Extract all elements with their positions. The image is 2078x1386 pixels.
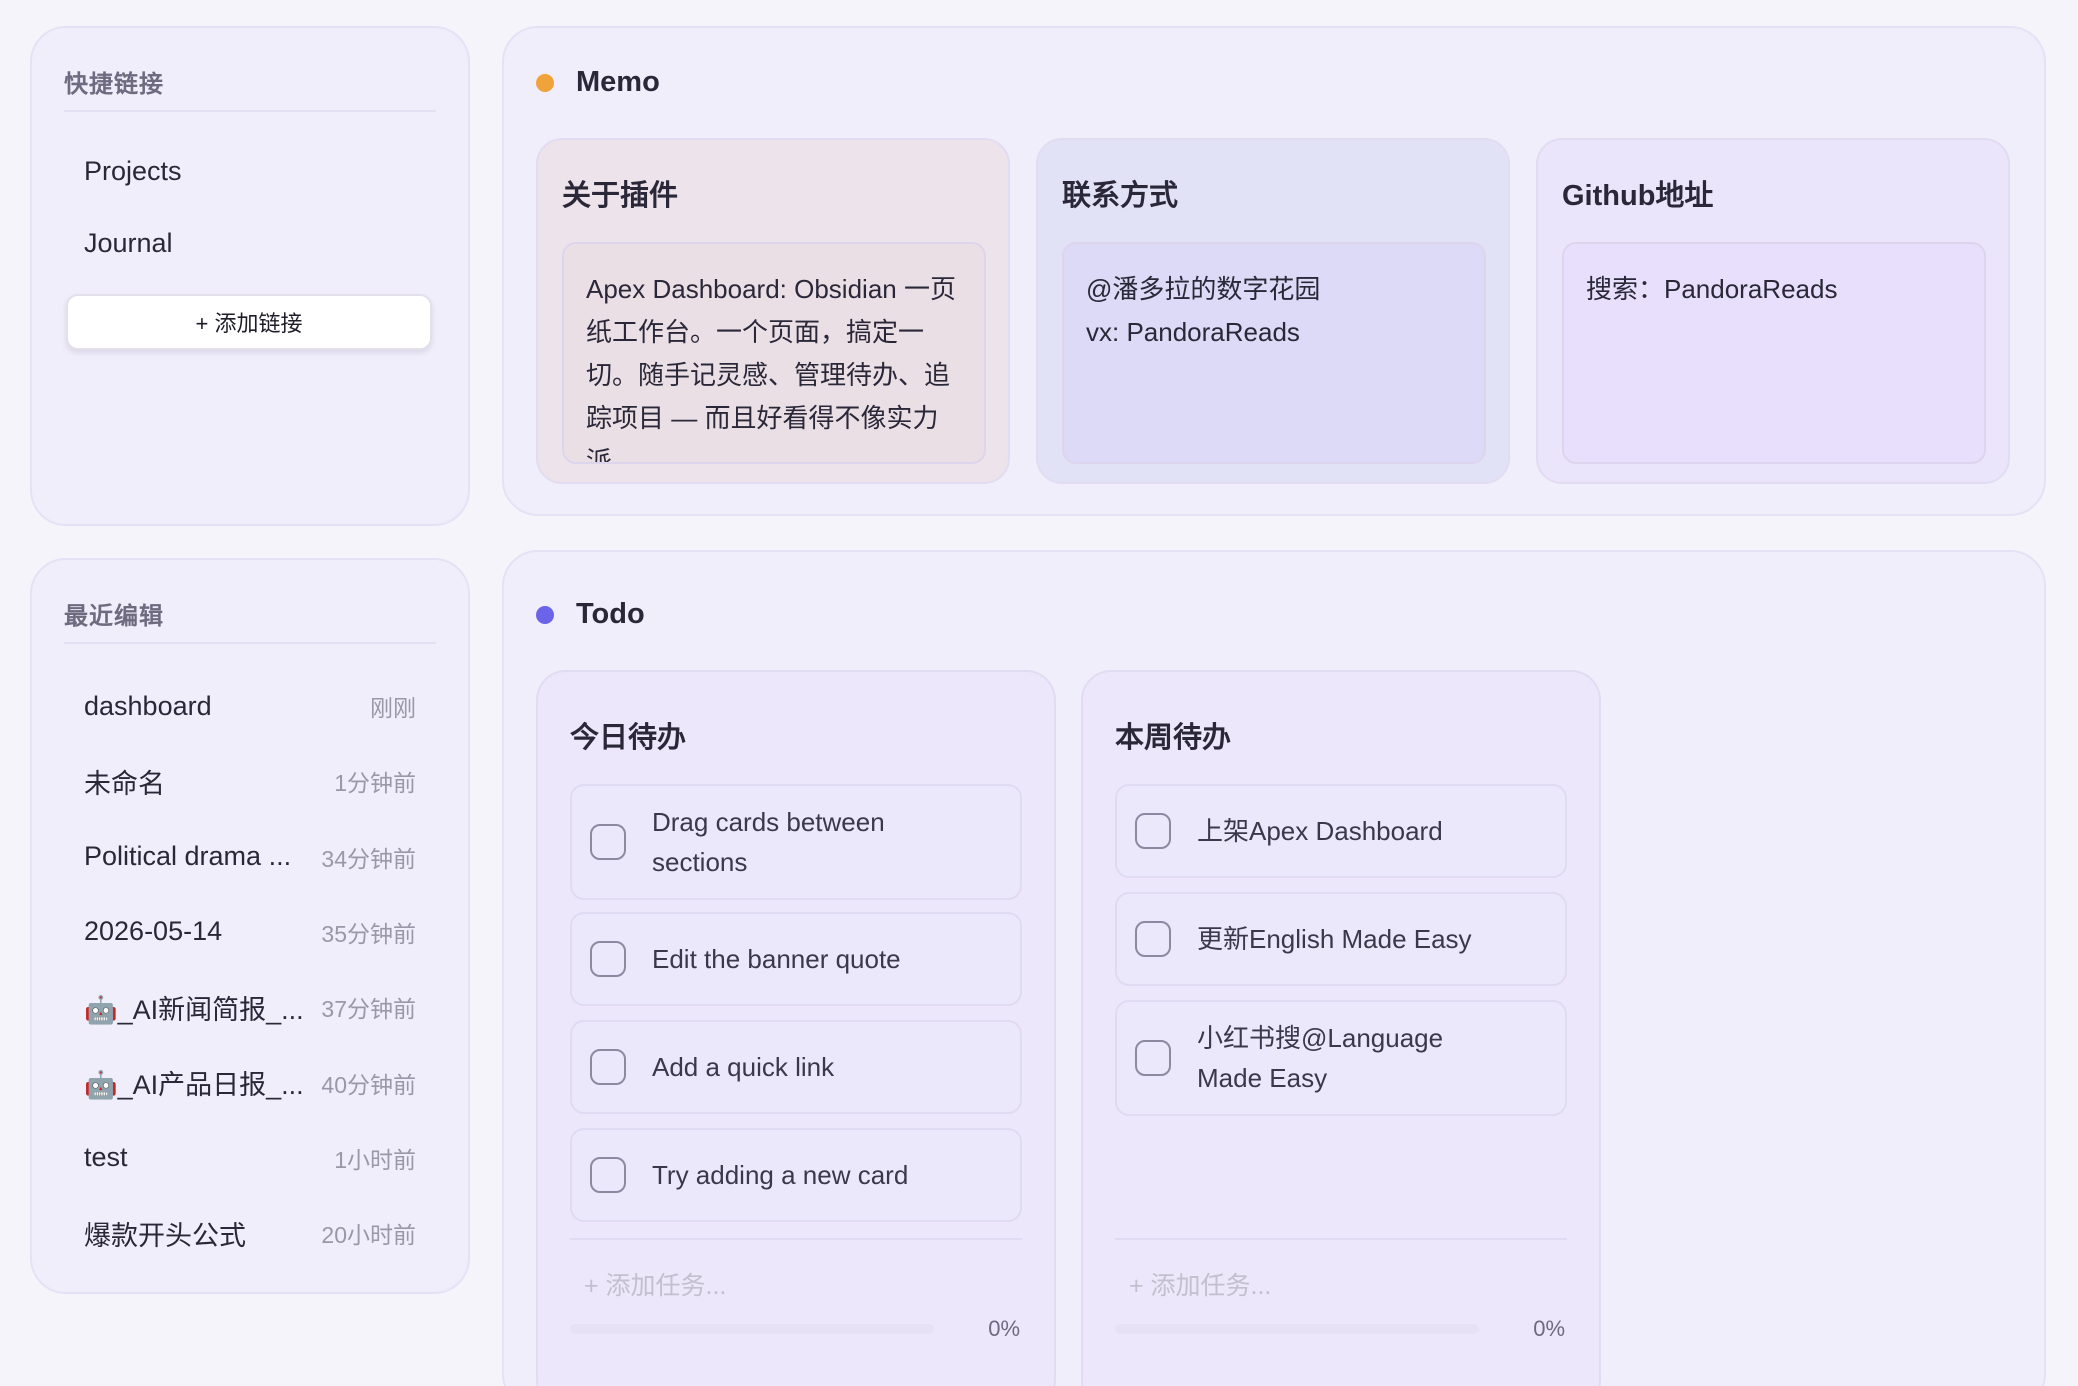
todo-checkbox[interactable] xyxy=(590,941,626,977)
recent-item[interactable]: 未命名 1分钟前 xyxy=(84,761,416,801)
recent-item[interactable]: 爆款开头公式 20小时前 xyxy=(84,1213,416,1253)
recent-item-time: 34分钟前 xyxy=(321,845,416,872)
recent-item-name: 🤖_AI产品日报_... xyxy=(84,1070,304,1100)
recent-item-name: 🤖_AI新闻简报_... xyxy=(84,994,304,1025)
recent-item-time: 1分钟前 xyxy=(334,770,416,797)
recent-item-time: 1小时前 xyxy=(334,1146,416,1173)
memo-card-contact[interactable]: 联系方式 @潘多拉的数字花园 vx: PandoraReads xyxy=(1036,138,1510,484)
todo-dot-icon xyxy=(536,605,554,624)
recent-item-time: 35分钟前 xyxy=(321,920,416,947)
memo-dot-icon xyxy=(536,73,554,92)
memo-title: Memo xyxy=(576,66,660,98)
recent-item-name: test xyxy=(84,1142,128,1173)
recent-item-name: dashboard xyxy=(84,690,212,721)
quick-links-panel: 快捷链接 Projects Journal + 添加链接 xyxy=(30,26,470,526)
recent-item-time: 37分钟前 xyxy=(321,996,416,1023)
recent-item-name: 未命名 xyxy=(84,768,165,799)
todo-item[interactable]: Try adding a new card xyxy=(570,1128,1022,1222)
todo-header: Todo xyxy=(536,598,645,631)
todo-checkbox[interactable] xyxy=(590,824,626,860)
recent-item-name: Political drama ... xyxy=(84,841,292,872)
recent-item-name: 爆款开头公式 xyxy=(84,1220,246,1251)
memo-card-title: 联系方式 xyxy=(1062,180,1179,212)
todo-checkbox[interactable] xyxy=(1135,1040,1171,1076)
todo-item[interactable]: 小红书搜@Language Made Easy xyxy=(1115,1000,1567,1116)
todo-list-week: 本周待办上架Apex Dashboard 更新English Made Easy 小… xyxy=(1081,670,1601,1386)
progress-label: 0% xyxy=(988,1316,1020,1341)
memo-card-body[interactable]: Apex Dashboard: Obsidian 一页纸工作台。一个页面，搞定一… xyxy=(562,242,986,464)
progress-bar xyxy=(1115,1324,1479,1334)
memo-card-body[interactable]: @潘多拉的数字花园 vx: PandoraReads xyxy=(1062,242,1486,464)
progress-bar xyxy=(570,1324,934,1334)
recent-item[interactable]: 2026-05-14 35分钟前 xyxy=(84,912,416,952)
todo-checkbox[interactable] xyxy=(590,1157,626,1193)
todo-item[interactable]: Drag cards between sections xyxy=(570,784,1022,900)
todo-list-title: 今日待办 xyxy=(570,722,687,754)
todo-item-text: Edit the banner quote xyxy=(652,944,901,974)
todo-item-text: 上架Apex Dashboard xyxy=(1197,816,1443,846)
todo-item[interactable]: 更新English Made Easy xyxy=(1115,892,1567,986)
quick-link-journal[interactable]: Journal xyxy=(84,228,173,259)
memo-card-body[interactable]: 搜索：PandoraReads xyxy=(1562,242,1986,464)
todo-item-text: 小红书搜@Language Made Easy xyxy=(1197,1023,1444,1093)
memo-card-title: 关于插件 xyxy=(562,180,679,212)
recent-edits-title: 最近编辑 xyxy=(64,603,164,630)
recent-item-name: 2026-05-14 xyxy=(84,916,223,947)
recent-edits-panel: 最近编辑 dashboard 刚刚未命名 1分钟前 Political drama .… xyxy=(30,558,470,1294)
todo-item-text: Try adding a new card xyxy=(652,1160,909,1190)
todo-panel: Todo 今日待办 Drag cards between sections Edit… xyxy=(502,550,2046,1386)
quick-links-title: 快捷链接 xyxy=(64,71,164,98)
recent-item-time: 刚刚 xyxy=(370,695,416,721)
add-task-input[interactable]: + 添加任务... xyxy=(1129,1266,1271,1302)
todo-list-title: 本周待办 xyxy=(1115,722,1232,754)
todo-item-text: 更新English Made Easy xyxy=(1197,924,1472,954)
dashboard-page: 快捷链接 Projects Journal + 添加链接 最近编辑 dashbo… xyxy=(0,0,2078,1386)
divider xyxy=(64,642,436,644)
todo-checkbox[interactable] xyxy=(1135,921,1171,957)
recent-item-time: 20小时前 xyxy=(321,1222,416,1249)
quick-link-projects[interactable]: Projects xyxy=(84,156,182,187)
recent-item[interactable]: Political drama ... 34分钟前 xyxy=(84,837,416,877)
progress-label: 0% xyxy=(1533,1316,1565,1341)
todo-item[interactable]: Edit the banner quote xyxy=(570,912,1022,1006)
add-task-input[interactable]: + 添加任务... xyxy=(584,1266,726,1302)
recent-item[interactable]: 🤖_AI产品日报_... 40分钟前 xyxy=(84,1063,416,1103)
todo-checkbox[interactable] xyxy=(1135,813,1171,849)
memo-panel: Memo 关于插件 Apex Dashboard: Obsidian 一页纸工作台… xyxy=(502,26,2046,516)
divider xyxy=(570,1238,1022,1240)
add-link-button[interactable]: + 添加链接 xyxy=(66,294,432,350)
todo-checkbox[interactable] xyxy=(590,1049,626,1085)
divider xyxy=(64,110,436,112)
todo-item[interactable]: Add a quick link xyxy=(570,1020,1022,1114)
memo-card-about[interactable]: 关于插件 Apex Dashboard: Obsidian 一页纸工作台。一个页面… xyxy=(536,138,1010,484)
memo-header: Memo xyxy=(536,66,660,99)
divider xyxy=(1115,1238,1567,1240)
todo-item-text: Add a quick link xyxy=(652,1052,835,1082)
recent-item[interactable]: dashboard 刚刚 xyxy=(84,686,416,726)
todo-item[interactable]: 上架Apex Dashboard xyxy=(1115,784,1567,878)
memo-card-title: Github地址 xyxy=(1562,180,1714,212)
todo-title: Todo xyxy=(576,598,645,630)
recent-item[interactable]: 🤖_AI新闻简报_... 37分钟前 xyxy=(84,987,416,1027)
recent-item[interactable]: test 1小时前 xyxy=(84,1138,416,1178)
todo-item-text: Drag cards between sections xyxy=(652,807,885,877)
memo-card-github[interactable]: Github地址搜索：PandoraReads xyxy=(1536,138,2010,484)
todo-list-today: 今日待办 Drag cards between sections Edit the … xyxy=(536,670,1056,1386)
recent-item-time: 40分钟前 xyxy=(321,1071,416,1098)
